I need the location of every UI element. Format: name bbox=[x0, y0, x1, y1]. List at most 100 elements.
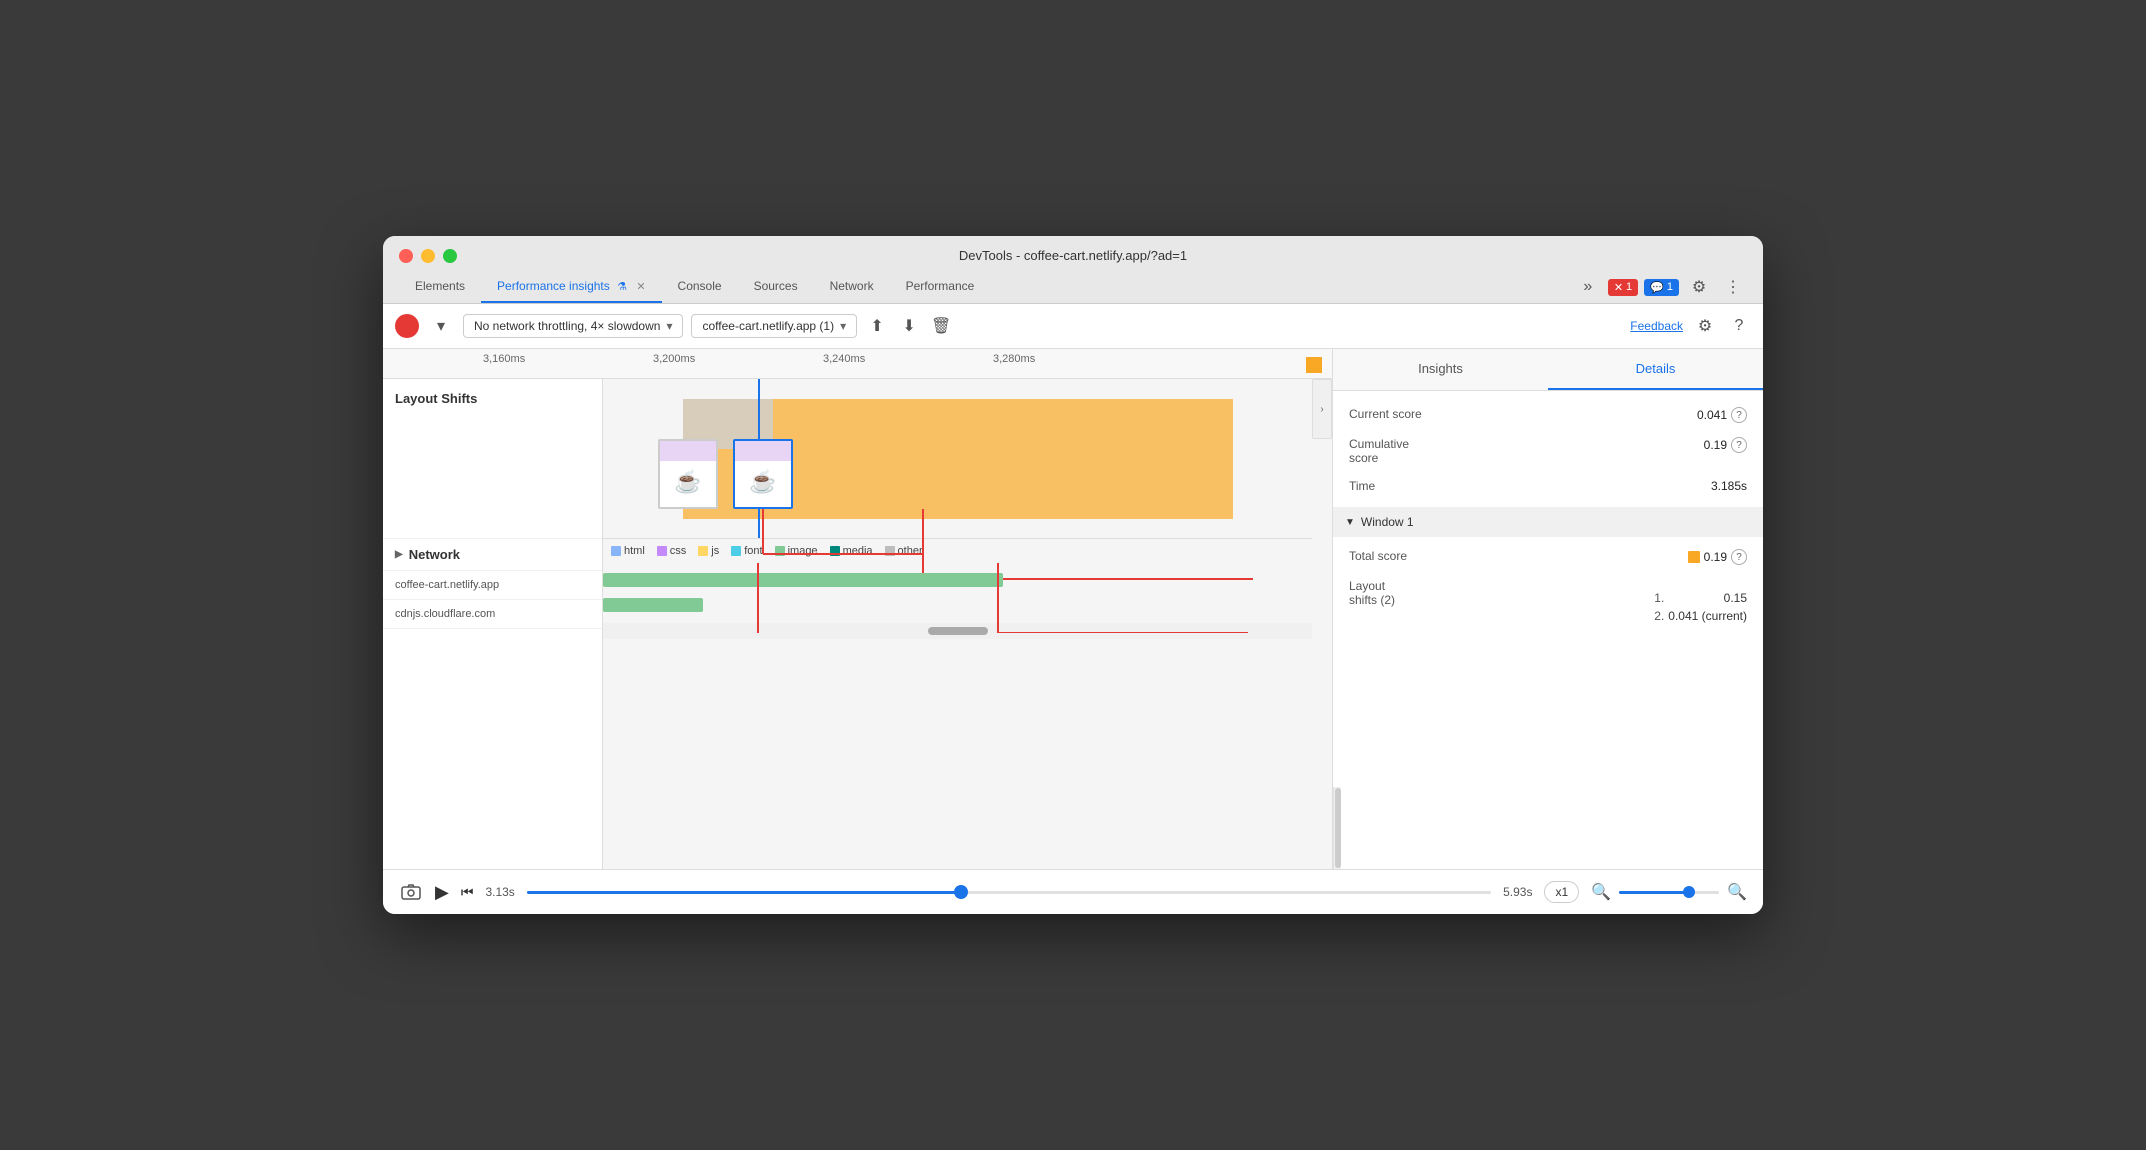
url-arrow-icon: ▾ bbox=[840, 319, 846, 333]
maximize-button[interactable] bbox=[443, 249, 457, 263]
play-button[interactable]: ▶ bbox=[435, 882, 449, 903]
window-section-body: Total score 0.19 ? Layoutshifts (2) 1. bbox=[1349, 537, 1747, 651]
skip-back-button[interactable]: ⏮ bbox=[461, 884, 474, 901]
network-bar-1 bbox=[603, 573, 1003, 587]
network-label: ▶ Network bbox=[383, 539, 602, 571]
shift-val-1: 0.15 bbox=[1724, 591, 1747, 605]
info-badge[interactable]: 💬 1 bbox=[1644, 279, 1679, 296]
dropdown-arrow-icon[interactable]: ▾ bbox=[427, 312, 455, 340]
layout-shifts-label: Layout Shifts bbox=[383, 379, 602, 539]
more-options-icon[interactable]: ⋮ bbox=[1719, 273, 1747, 301]
devtools-window: DevTools - coffee-cart.netlify.app/?ad=1… bbox=[383, 236, 1763, 914]
time-mark-4: 3,280ms bbox=[993, 353, 1035, 365]
tab-network[interactable]: Network bbox=[814, 271, 890, 303]
zoom-slider[interactable] bbox=[1619, 891, 1719, 894]
media-dot bbox=[830, 546, 840, 556]
scrollbar-thumb[interactable] bbox=[928, 627, 988, 635]
settings-toolbar-icon[interactable]: ⚙ bbox=[1693, 314, 1717, 338]
feedback-link[interactable]: Feedback bbox=[1630, 319, 1683, 333]
current-score-help-icon[interactable]: ? bbox=[1731, 407, 1747, 423]
traffic-lights bbox=[399, 249, 457, 263]
screenshot-icon[interactable] bbox=[399, 880, 423, 904]
scrubber-fill bbox=[527, 891, 961, 894]
thumbnail-2[interactable]: ☕ bbox=[733, 439, 793, 509]
legend-media: media bbox=[830, 545, 873, 557]
tab-console[interactable]: Console bbox=[662, 271, 738, 303]
delete-icon[interactable]: 🗑 bbox=[929, 314, 953, 338]
scrubber[interactable] bbox=[527, 882, 1491, 902]
legend-css: css bbox=[657, 545, 687, 557]
throttle-arrow-icon: ▾ bbox=[666, 319, 672, 333]
legend-js: js bbox=[698, 545, 719, 557]
time-row: Time 3.185s bbox=[1349, 479, 1747, 493]
zoom-out-icon[interactable]: 🔍 bbox=[1591, 882, 1611, 902]
host-2-label: cdnjs.cloudflare.com bbox=[383, 600, 602, 629]
window-title: DevTools - coffee-cart.netlify.app/?ad=1 bbox=[959, 248, 1187, 263]
url-dropdown[interactable]: coffee-cart.netlify.app (1) ▾ bbox=[691, 314, 857, 338]
zoom-thumb[interactable] bbox=[1683, 886, 1695, 898]
upload-icon[interactable]: ⬆ bbox=[865, 314, 889, 338]
cumulative-score-help-icon[interactable]: ? bbox=[1731, 437, 1747, 453]
expand-network-icon[interactable]: ▶ bbox=[395, 549, 403, 560]
minimize-button[interactable] bbox=[421, 249, 435, 263]
details-body: Current score 0.041 ? Cumulativescore 0.… bbox=[1333, 391, 1763, 787]
scrubber-track[interactable] bbox=[527, 891, 1491, 894]
tracks-area: ☕ ☕ bbox=[603, 379, 1312, 869]
tab-performance[interactable]: Performance bbox=[890, 271, 991, 303]
scrubber-thumb[interactable] bbox=[954, 885, 968, 899]
image-dot bbox=[775, 546, 785, 556]
time-ruler: 3,160ms 3,200ms 3,240ms 3,280ms bbox=[383, 349, 1332, 379]
error-badge[interactable]: ✕ 1 bbox=[1608, 279, 1638, 296]
legend-html: html bbox=[611, 545, 645, 557]
timeline-panel: 3,160ms 3,200ms 3,240ms 3,280ms Layout S… bbox=[383, 349, 1333, 869]
collapse-panel-button[interactable]: › bbox=[1312, 379, 1332, 439]
close-button[interactable] bbox=[399, 249, 413, 263]
shift-item-1: 1. 0.15 bbox=[1654, 589, 1747, 607]
right-scrollbar-thumb[interactable] bbox=[1335, 788, 1341, 868]
throttle-dropdown[interactable]: No network throttling, 4× slowdown ▾ bbox=[463, 314, 683, 338]
tab-close-icon[interactable]: ✕ bbox=[636, 281, 645, 293]
shift-num-2: 2. bbox=[1654, 609, 1664, 623]
score-color-dot bbox=[1688, 551, 1700, 563]
layout-shifts-detail-label: Layoutshifts (2) bbox=[1349, 579, 1479, 607]
current-score-label: Current score bbox=[1349, 407, 1479, 421]
legend-image: image bbox=[775, 545, 818, 557]
bottom-bar: ▶ ⏮ 3.13s 5.93s x1 🔍 🔍 bbox=[383, 869, 1763, 914]
orange-marker bbox=[1306, 357, 1322, 373]
cumulative-score-value: 0.19 ? bbox=[1704, 437, 1747, 453]
legend-font: font bbox=[731, 545, 762, 557]
error-icon: ✕ bbox=[1614, 281, 1623, 294]
record-button[interactable] bbox=[395, 314, 419, 338]
css-dot bbox=[657, 546, 667, 556]
cumulative-score-row: Cumulativescore 0.19 ? bbox=[1349, 437, 1747, 465]
legend-other: other bbox=[885, 545, 923, 557]
toolbar-right: Feedback ⚙ ? bbox=[1630, 314, 1751, 338]
speed-button[interactable]: x1 bbox=[1544, 881, 1579, 903]
zoom-in-icon[interactable]: 🔍 bbox=[1727, 882, 1747, 902]
time-mark-2: 3,200ms bbox=[653, 353, 695, 365]
tab-insights[interactable]: Insights bbox=[1333, 349, 1548, 390]
more-tabs-button[interactable]: » bbox=[1574, 273, 1602, 301]
js-dot bbox=[698, 546, 708, 556]
tab-performance-insights[interactable]: Performance insights ⚗ ✕ bbox=[481, 271, 662, 303]
shift-num-1: 1. bbox=[1654, 591, 1664, 605]
shift-list: 1. 0.15 2. 0.041 (current) bbox=[1654, 589, 1747, 625]
download-icon[interactable]: ⬇ bbox=[897, 314, 921, 338]
font-dot bbox=[731, 546, 741, 556]
right-scrollbar[interactable] bbox=[1333, 787, 1341, 869]
total-score-help-icon[interactable]: ? bbox=[1731, 549, 1747, 565]
settings-icon[interactable]: ⚙ bbox=[1685, 273, 1713, 301]
help-icon[interactable]: ? bbox=[1727, 314, 1751, 338]
tab-details[interactable]: Details bbox=[1548, 349, 1763, 390]
thumbnail-1[interactable]: ☕ bbox=[658, 439, 718, 509]
shift-val-2: 0.041 (current) bbox=[1668, 609, 1747, 623]
section-collapse-icon[interactable]: ▼ bbox=[1345, 517, 1355, 528]
horizontal-scrollbar[interactable] bbox=[603, 623, 1312, 639]
tab-sources[interactable]: Sources bbox=[738, 271, 814, 303]
time-start-display: 3.13s bbox=[485, 885, 514, 899]
shift-item-2: 2. 0.041 (current) bbox=[1654, 607, 1747, 625]
zoom-controls: 🔍 🔍 bbox=[1591, 882, 1747, 902]
thumb-cup-icon: ☕ bbox=[674, 469, 701, 495]
time-mark-3: 3,240ms bbox=[823, 353, 865, 365]
tab-elements[interactable]: Elements bbox=[399, 271, 481, 303]
